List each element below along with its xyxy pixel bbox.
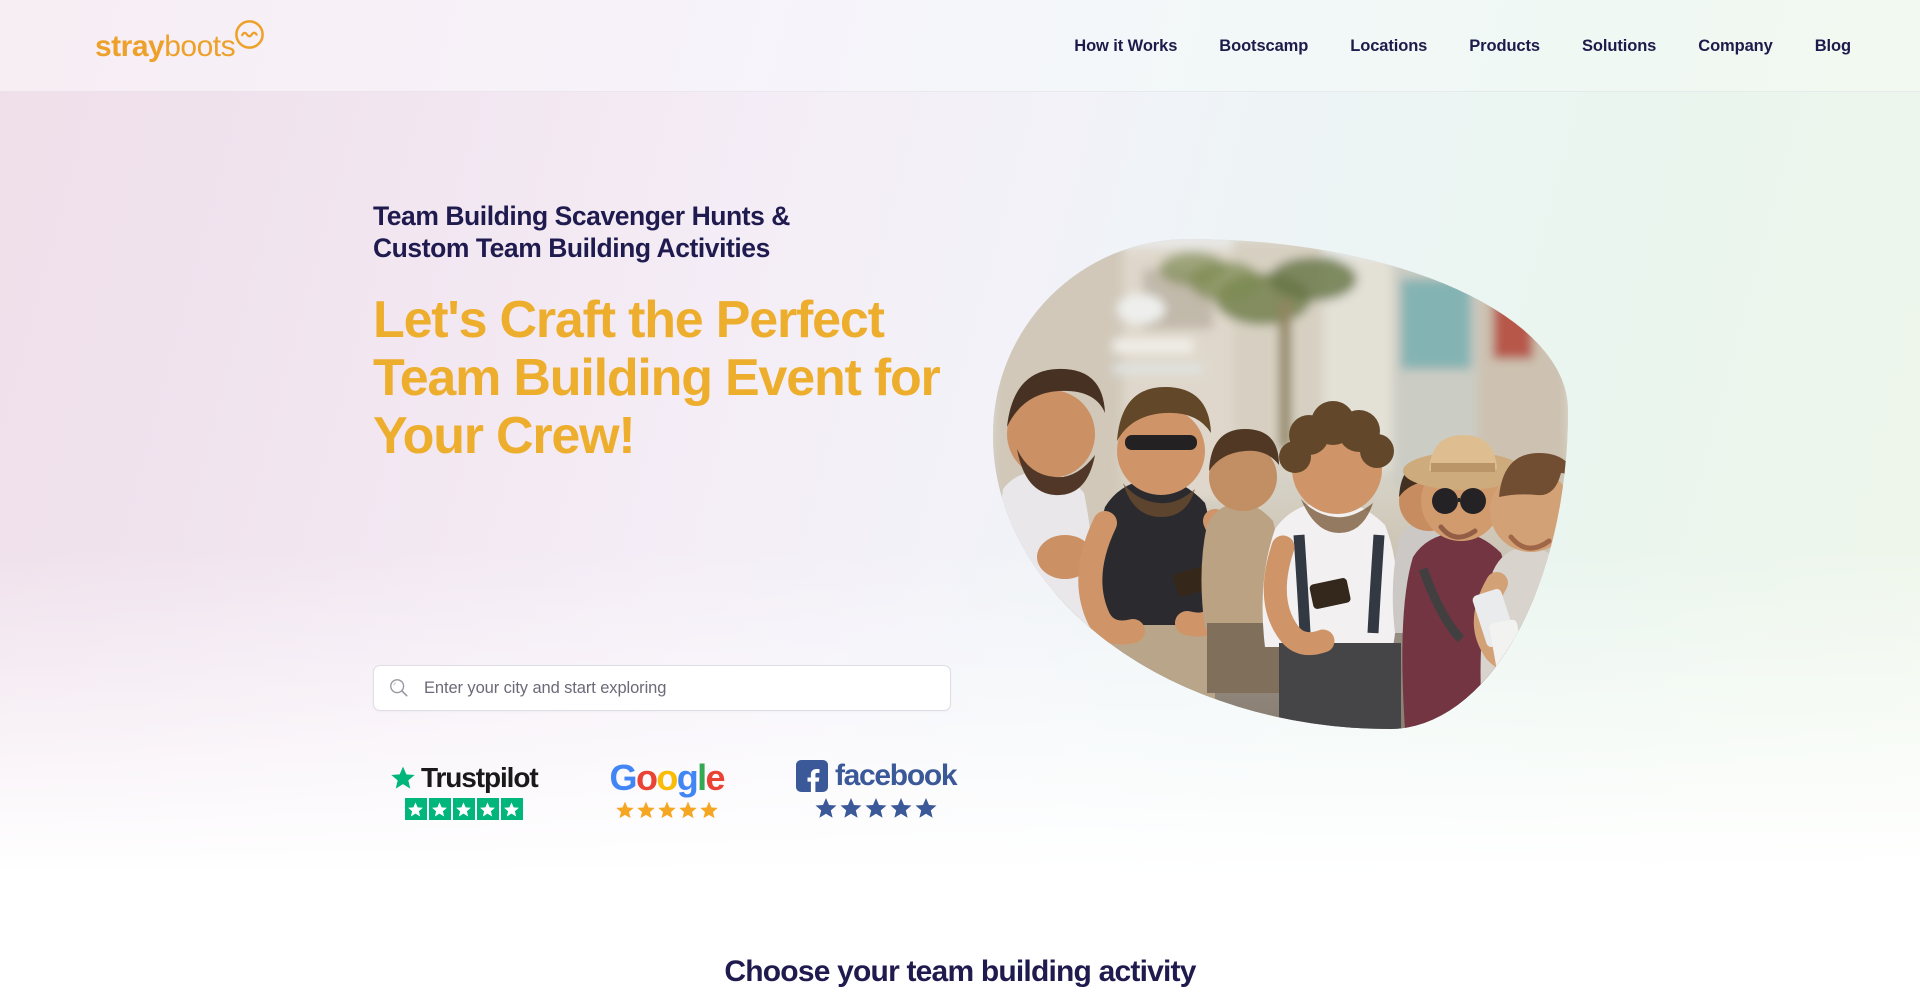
brand-wordmark-light: boots (164, 30, 236, 63)
hero-headline-line-3: Your Crew! (373, 407, 636, 466)
search-input[interactable] (424, 678, 936, 698)
google-letter-o2: o (656, 757, 678, 798)
star-filled (679, 801, 697, 819)
trustpilot-name: Trustpilot (421, 762, 539, 793)
review-badges: Trustpilot Google facebook (390, 757, 958, 820)
hero-photo-illustration (993, 239, 1568, 729)
hero-image (993, 239, 1568, 729)
nav-item-company[interactable]: Company (1677, 27, 1793, 66)
star-filled (452, 798, 475, 820)
hero-eyebrow-line-1: Team Building Scavenger Hunts & (373, 201, 790, 231)
star-filled (840, 798, 862, 818)
star-filled (890, 798, 912, 818)
star-filled (658, 801, 676, 819)
star-filled (476, 798, 499, 820)
google-letter-g2: g (676, 757, 699, 798)
brand-wordmark: strayboots (95, 18, 236, 63)
star-filled (616, 801, 634, 819)
hero-eyebrow: Team Building Scavenger Hunts & Custom T… (373, 200, 973, 265)
star-filled (428, 798, 451, 820)
trustpilot-stars (404, 798, 523, 820)
brand-logo[interactable]: strayboots (95, 18, 266, 62)
hero-headline: Let's Craft the Perfect Team Building Ev… (373, 291, 973, 466)
nav-item-solutions[interactable]: Solutions (1561, 27, 1677, 66)
search-icon (390, 679, 408, 697)
nav-item-how-it-works[interactable]: How it Works (1053, 27, 1198, 66)
google-logo: Google (609, 757, 726, 798)
star-filled (404, 798, 427, 820)
star-filled (865, 798, 887, 818)
star-filled (815, 798, 837, 818)
facebook-badge[interactable]: facebook (795, 759, 958, 820)
nav-item-products[interactable]: Products (1448, 27, 1561, 66)
hero-headline-line-2: Team Building Event for (373, 348, 941, 407)
google-stars (615, 800, 719, 820)
star-filled (637, 801, 655, 819)
google-badge[interactable]: Google (609, 757, 726, 820)
hero-headline-line-1: Let's Craft the Perfect (373, 290, 885, 349)
nav-item-blog[interactable]: Blog (1794, 27, 1872, 66)
google-letter-l: l (697, 757, 707, 798)
star-filled (700, 801, 718, 819)
star-filled (500, 798, 523, 820)
circle-tilde-icon (235, 20, 264, 49)
facebook-name: facebook (834, 759, 958, 792)
city-search-box[interactable] (373, 665, 951, 711)
trustpilot-star-icon (391, 766, 415, 789)
google-letter-e: e (705, 757, 726, 798)
facebook-f-icon (795, 760, 828, 792)
facebook-stars (814, 796, 938, 820)
google-letter-g1: G (609, 757, 638, 798)
hero-section: Team Building Scavenger Hunts & Custom T… (0, 92, 1920, 902)
brand-wordmark-bold: stray (95, 30, 165, 63)
main-navigation[interactable]: How it Works Bootscamp Locations Product… (1053, 0, 1872, 92)
star-filled (915, 798, 937, 818)
hero-eyebrow-line-2: Custom Team Building Activities (373, 233, 770, 264)
next-section-title: Choose your team building activity (724, 955, 1196, 988)
site-header: strayboots How it Works Bootscamp Locati… (0, 0, 1920, 92)
google-letter-o1: o (635, 757, 658, 798)
trustpilot-logo: Trustpilot (390, 762, 539, 793)
trustpilot-badge[interactable]: Trustpilot (390, 762, 539, 820)
hero-copy: Team Building Scavenger Hunts & Custom T… (373, 200, 973, 465)
nav-item-locations[interactable]: Locations (1329, 27, 1448, 66)
facebook-logo: facebook (795, 759, 958, 792)
nav-item-bootscamp[interactable]: Bootscamp (1198, 27, 1329, 66)
